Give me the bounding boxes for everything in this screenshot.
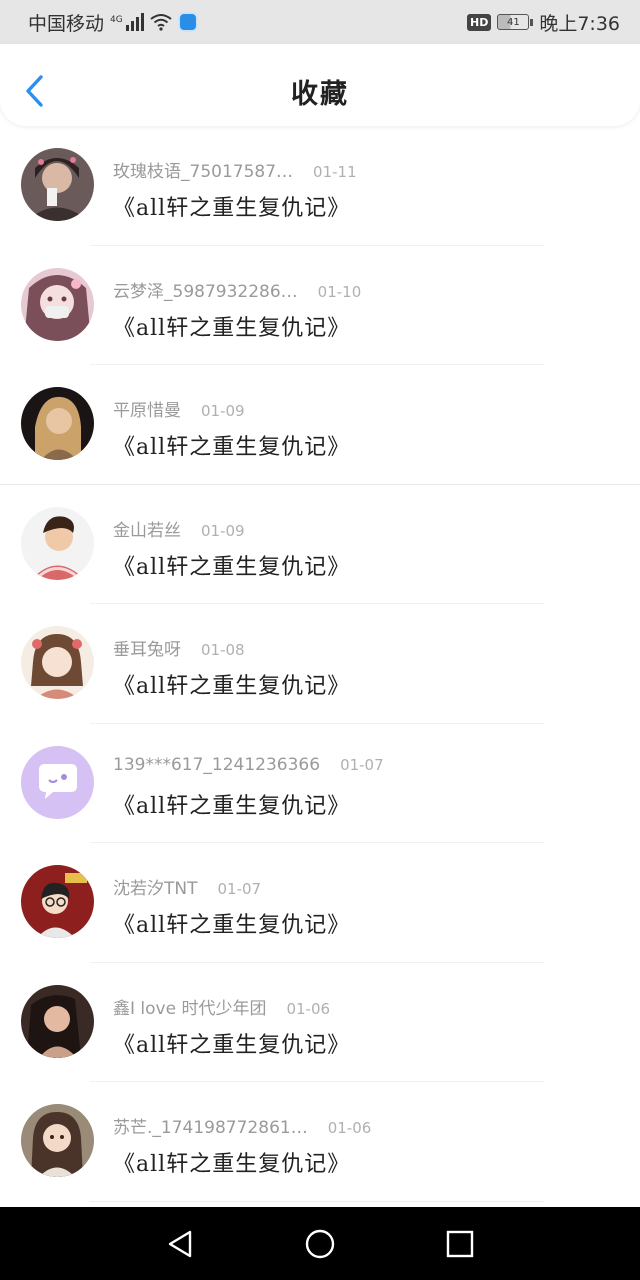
- android-nav-bar: [0, 1207, 640, 1280]
- default-chat-avatar-icon[interactable]: [21, 745, 94, 819]
- item-meta: 玫瑰枝语_75017587… 01-11: [113, 157, 357, 182]
- list-item[interactable]: 垂耳兔呀 01-08 《all轩之重生复仇记》: [0, 604, 640, 724]
- back-triangle-icon[interactable]: [163, 1227, 197, 1261]
- username: 垂耳兔呀: [113, 640, 181, 660]
- app-notification-icon: [177, 12, 198, 32]
- book-title: 《all轩之重生复仇记》: [113, 913, 351, 938]
- list-item[interactable]: 沈若汐TNT 01-07 《all轩之重生复仇记》: [0, 843, 640, 963]
- favorites-list: 玫瑰枝语_75017587… 01-11 《all轩之重生复仇记》 云梦泽_59…: [0, 126, 640, 1202]
- date: 01-08: [201, 641, 245, 659]
- clock: 晚上7:36: [539, 12, 620, 35]
- battery-level: 41: [497, 14, 530, 30]
- book-title: 《all轩之重生复仇记》: [113, 674, 351, 699]
- book-title: 《all轩之重生复仇记》: [113, 793, 351, 819]
- username: 139***617_1241236366: [113, 754, 321, 775]
- username: 平原惜曼: [113, 401, 181, 421]
- network-type: 4G: [110, 15, 123, 25]
- header-bar: 收藏: [0, 44, 640, 126]
- avatar[interactable]: [21, 267, 94, 341]
- list-item[interactable]: 鑫I love 时代少年团 01-06 《all轩之重生复仇记》: [0, 963, 640, 1082]
- avatar[interactable]: [21, 506, 94, 580]
- item-meta: 139***617_1241236366 01-07: [113, 755, 384, 775]
- date: 01-06: [327, 1119, 372, 1137]
- list-item[interactable]: 金山若丝 01-09 《all轩之重生复仇记》: [0, 485, 640, 604]
- date: 01-09: [201, 402, 245, 420]
- book-title: 《all轩之重生复仇记》: [113, 315, 351, 341]
- list-item[interactable]: 玫瑰枝语_75017587… 01-11 《all轩之重生复仇记》: [0, 126, 640, 246]
- carrier-name: 中国移动: [28, 12, 105, 35]
- list-item[interactable]: 苏芒._174198772861… 01-06 《all轩之重生复仇记》: [0, 1082, 640, 1202]
- date: 01-11: [313, 163, 357, 181]
- recents-square-icon[interactable]: [443, 1227, 477, 1261]
- item-meta: 云梦泽_5987932286… 01-10: [113, 277, 361, 302]
- username: 苏芒._174198772861…: [113, 1118, 308, 1138]
- book-title: 《all轩之重生复仇记》: [113, 554, 351, 580]
- username: 金山若丝: [113, 520, 181, 541]
- signal-icon: 4G: [110, 13, 144, 31]
- item-meta: 垂耳兔呀 01-08: [113, 635, 245, 660]
- date: 01-07: [217, 880, 262, 898]
- item-meta: 苏芒._174198772861… 01-06: [113, 1113, 371, 1138]
- list-item[interactable]: 云梦泽_5987932286… 01-10 《all轩之重生复仇记》: [0, 246, 640, 365]
- page-title: 收藏: [291, 79, 349, 110]
- date: 01-10: [317, 282, 362, 301]
- status-left: 中国移动 4G: [28, 9, 198, 36]
- avatar[interactable]: [21, 387, 94, 460]
- list-item[interactable]: 平原惜曼 01-09 《all轩之重生复仇记》: [0, 365, 640, 485]
- status-right: HD 41 晚上7:36: [466, 9, 620, 36]
- username: 鑫I love 时代少年团: [113, 998, 267, 1019]
- avatar[interactable]: [21, 865, 94, 938]
- battery-icon: 41: [497, 14, 534, 30]
- avatar[interactable]: [21, 1104, 94, 1177]
- avatar[interactable]: [21, 984, 94, 1058]
- username: 云梦泽_5987932286…: [113, 281, 298, 302]
- book-title: 《all轩之重生复仇记》: [113, 1032, 351, 1058]
- date: 01-06: [286, 999, 331, 1018]
- home-circle-icon[interactable]: [303, 1227, 337, 1261]
- list-item[interactable]: 139***617_1241236366 01-07 《all轩之重生复仇记》: [0, 724, 640, 843]
- hd-badge: HD: [466, 13, 492, 31]
- date: 01-07: [340, 755, 384, 774]
- item-meta: 沈若汐TNT 01-07: [113, 874, 261, 899]
- divider: [90, 1200, 544, 1202]
- date: 01-09: [201, 521, 245, 540]
- item-meta: 金山若丝 01-09: [113, 516, 245, 541]
- avatar[interactable]: [21, 626, 94, 699]
- item-meta: 鑫I love 时代少年团 01-06: [113, 994, 330, 1019]
- avatar[interactable]: [21, 148, 94, 221]
- book-title: 《all轩之重生复仇记》: [113, 435, 351, 460]
- status-bar: 中国移动 4G HD 41 晚上7:36: [0, 0, 640, 44]
- wifi-icon: [150, 14, 172, 31]
- book-title: 《all轩之重生复仇记》: [113, 1152, 351, 1177]
- book-title: 《all轩之重生复仇记》: [113, 196, 351, 221]
- username: 玫瑰枝语_75017587…: [113, 162, 294, 182]
- item-meta: 平原惜曼 01-09: [113, 396, 245, 421]
- username: 沈若汐TNT: [113, 879, 198, 899]
